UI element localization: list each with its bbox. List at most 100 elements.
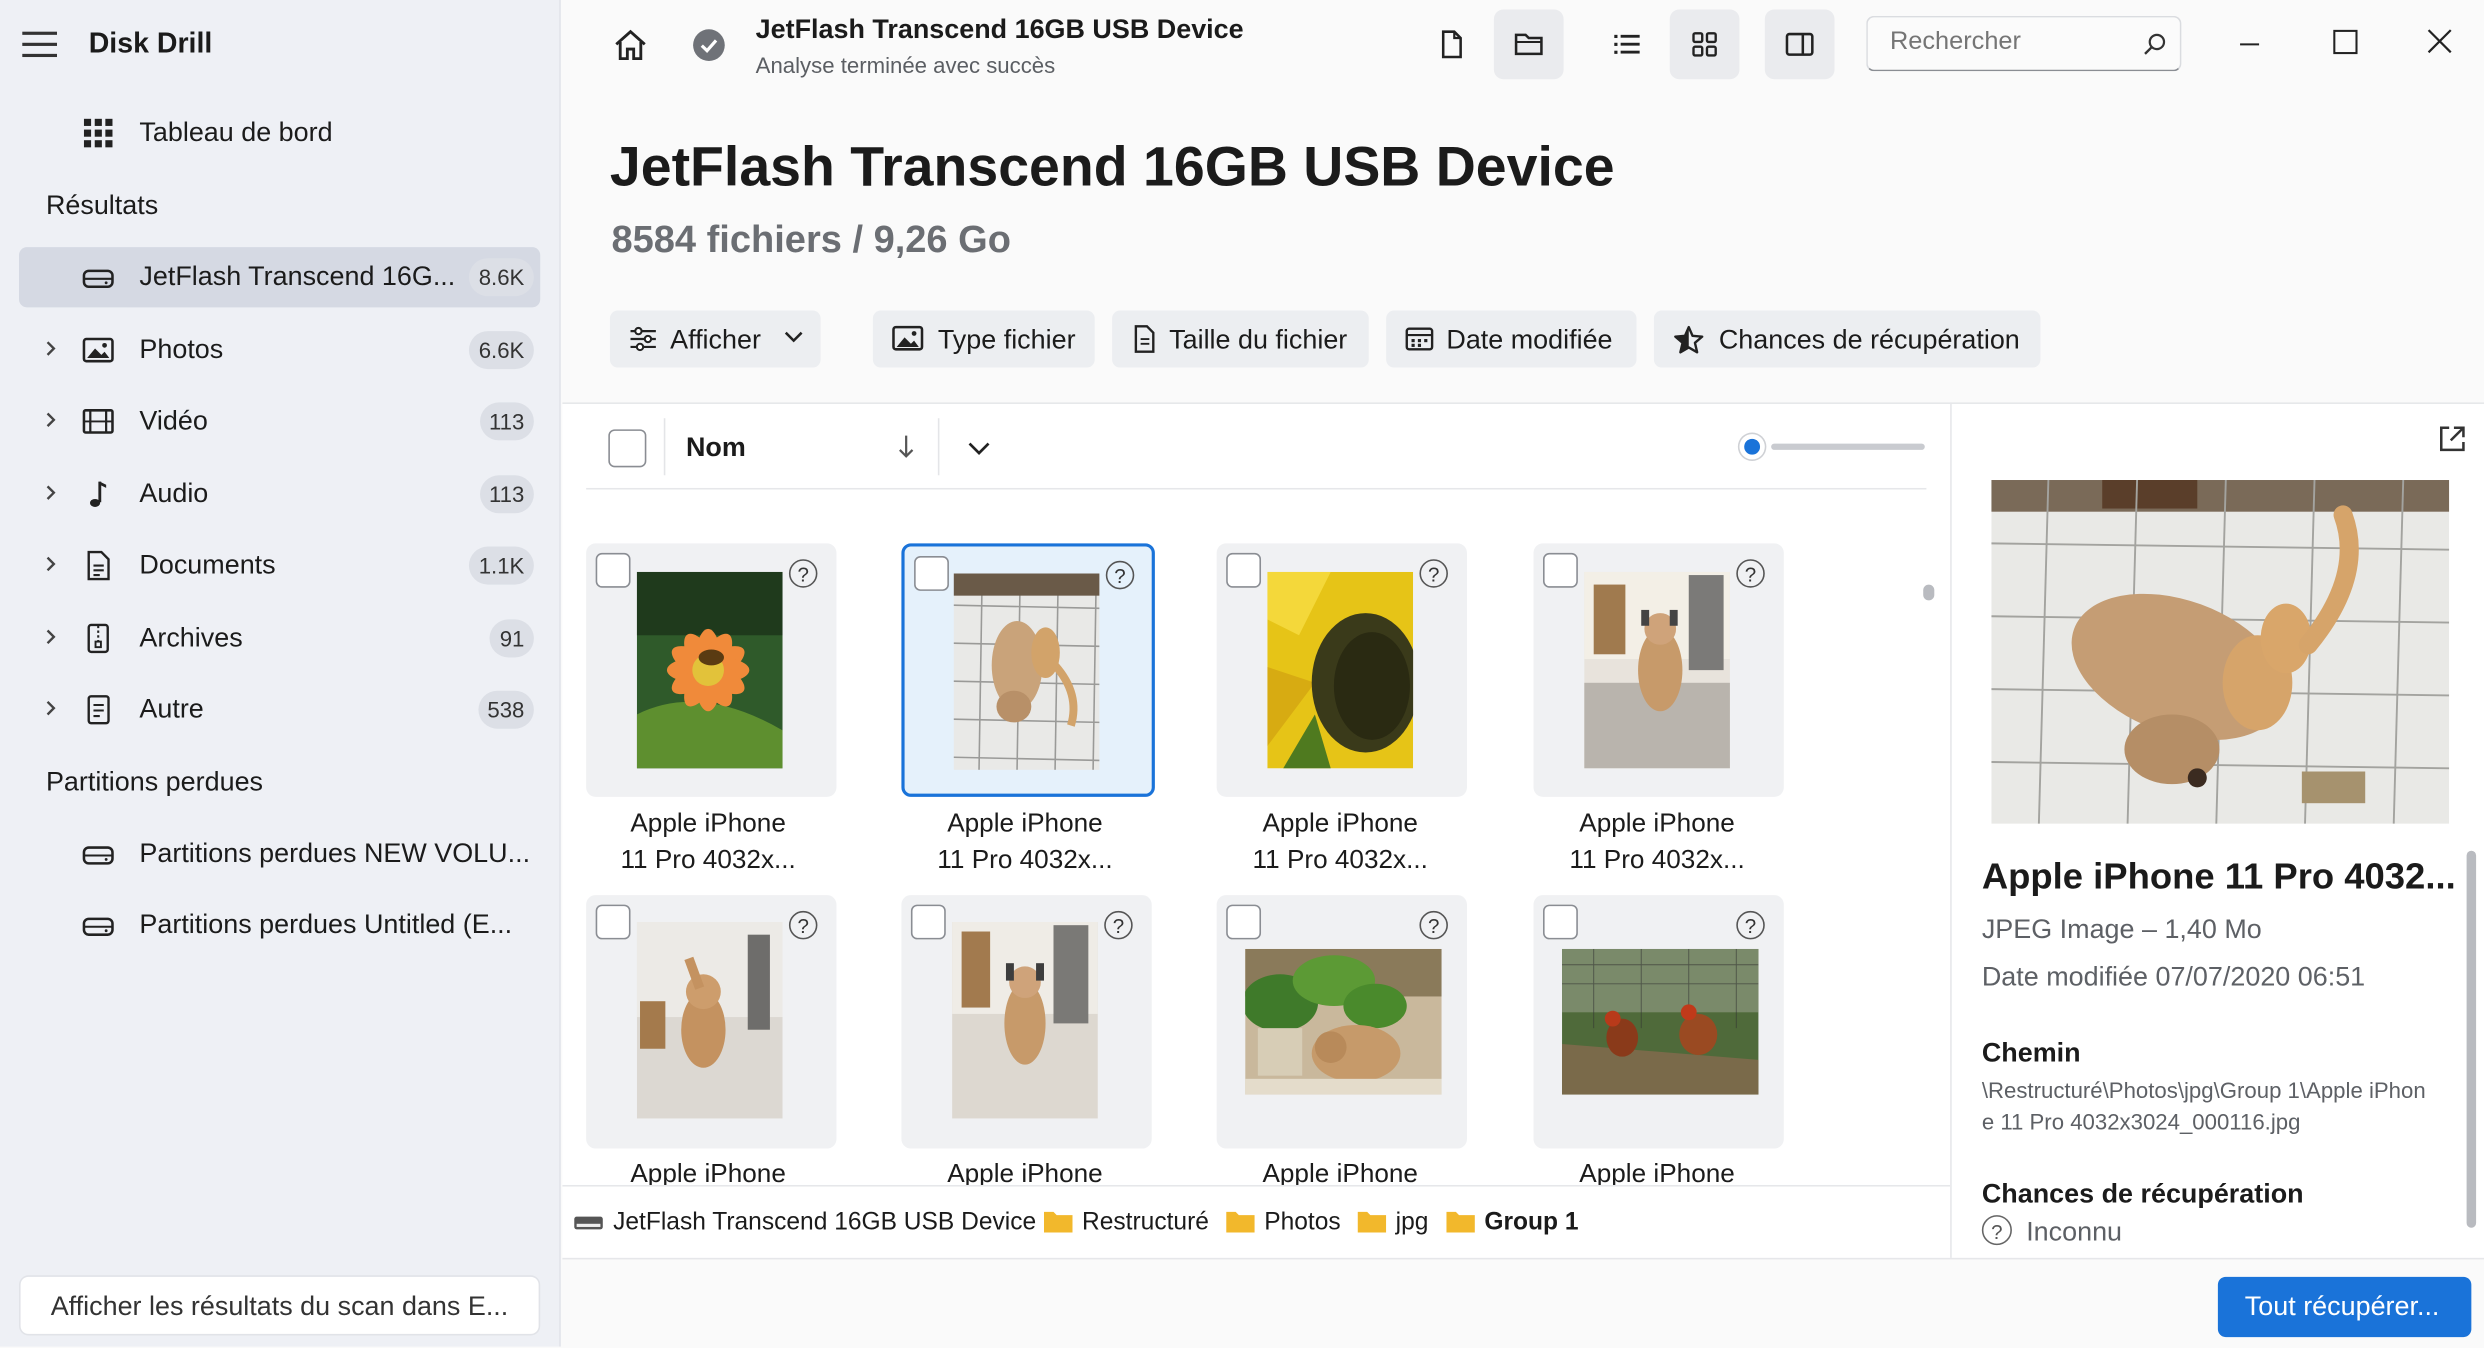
help-question-icon[interactable]: ?	[1736, 559, 1765, 588]
help-question-icon[interactable]: ?	[788, 559, 818, 588]
sidebar-item-lost-partition[interactable]: Partitions perdues Untitled (E...	[19, 895, 540, 955]
sidebar-item-dashboard[interactable]: Tableau de bord	[19, 103, 540, 163]
file-card-selected[interactable]: ?	[901, 543, 1155, 797]
sidebar-item-documents[interactable]: Documents 1.1K	[19, 535, 540, 595]
sidebar-item-label: Archives	[139, 622, 243, 653]
help-question-icon[interactable]: ?	[1419, 910, 1448, 940]
hamburger-menu-icon[interactable]	[22, 30, 58, 59]
show-filter-label: Afficher	[670, 324, 761, 355]
file-checkbox[interactable]	[914, 556, 949, 591]
sidebar-item-other[interactable]: Autre 538	[19, 680, 540, 740]
date-modified-filter[interactable]: Date modifiée	[1386, 310, 1637, 368]
chevron-right-icon[interactable]	[41, 483, 60, 502]
close-button[interactable]	[2421, 22, 2459, 60]
file-checkbox[interactable]	[595, 904, 631, 940]
music-note-icon	[82, 478, 114, 510]
recover-all-button[interactable]: Tout récupérer...	[2217, 1276, 2472, 1338]
search-field[interactable]	[1866, 15, 2182, 72]
file-name-caption: Apple iPhone 11 Pro 4032x...	[1252, 809, 1428, 875]
help-question-icon[interactable]: ?	[1736, 910, 1765, 940]
file-type-filter[interactable]: Type fichier	[872, 310, 1095, 368]
file-card[interactable]: ?	[1216, 895, 1467, 1149]
grid-dots-icon	[82, 117, 114, 149]
file-type-label: Type fichier	[937, 324, 1076, 355]
file-checkbox[interactable]	[1543, 552, 1578, 588]
maximize-button[interactable]	[2326, 22, 2364, 60]
sidebar-item-audio[interactable]: Audio 113	[19, 464, 540, 524]
file-checkbox[interactable]	[1226, 904, 1262, 940]
sidebar-item-label: Tableau de bord	[139, 117, 333, 148]
minimize-button[interactable]	[2231, 22, 2269, 60]
file-card[interactable]: ?	[901, 895, 1152, 1149]
select-all-checkbox[interactable]	[608, 429, 647, 468]
sidebar-item-label: Autre	[139, 693, 204, 724]
grid-scrollbar-thumb[interactable]	[1923, 584, 1935, 601]
photo-thumbnail-dog-standing	[1584, 571, 1730, 769]
file-card[interactable]: ?	[586, 895, 837, 1149]
search-input[interactable]	[1886, 26, 2131, 59]
file-view-button[interactable]	[1416, 10, 1486, 80]
chevron-right-icon[interactable]	[41, 410, 60, 429]
image-icon	[892, 325, 924, 351]
breadcrumb-jpg[interactable]: jpg	[1396, 1209, 1429, 1238]
search-icon[interactable]	[2142, 32, 2167, 57]
side-panel-icon	[1785, 32, 1814, 56]
help-question-icon[interactable]: ?	[1419, 559, 1448, 588]
chevron-right-icon[interactable]	[41, 627, 60, 646]
show-in-explorer-button[interactable]: Afficher les résultats du scan dans E...	[20, 1276, 539, 1334]
help-question-icon[interactable]: ?	[1105, 560, 1135, 590]
chevron-right-icon[interactable]	[41, 554, 60, 573]
chevron-down-icon[interactable]	[966, 440, 991, 459]
app-title: Disk Drill	[88, 26, 213, 59]
drive-icon	[82, 838, 114, 870]
sidebar-item-device[interactable]: JetFlash Transcend 16G... 8.6K	[19, 247, 541, 308]
preview-date-modified: Date modifiée 07/07/2020 06:51	[1981, 961, 2366, 992]
photo-thumbnail-chickens	[1562, 948, 1759, 1095]
preview-scrollbar-thumb[interactable]	[2466, 850, 2477, 1228]
grid-header-divider	[586, 487, 1927, 490]
recovery-chances-filter[interactable]: Chances de récupération	[1653, 310, 2041, 368]
item-count-badge: 6.6K	[469, 331, 534, 370]
sidebar-item-lost-partition[interactable]: Partitions perdues NEW VOLU...	[19, 824, 540, 884]
file-checkbox[interactable]	[1543, 904, 1578, 940]
folder-icon	[1357, 1211, 1387, 1233]
bottom-bar	[562, 1257, 2484, 1348]
slider-thumb[interactable]	[1739, 434, 1765, 460]
chevron-right-icon[interactable]	[41, 339, 60, 358]
grid-icon	[1692, 32, 1717, 57]
folder-view-button[interactable]	[1493, 9, 1564, 80]
open-external-icon[interactable]	[2436, 423, 2468, 455]
thumbnail-size-slider[interactable]	[1739, 434, 1926, 460]
breadcrumb-device[interactable]: JetFlash Transcend 16GB USB Device	[613, 1209, 1036, 1238]
file-checkbox[interactable]	[1226, 552, 1262, 588]
file-card[interactable]: ?	[586, 543, 837, 797]
file-card[interactable]: ?	[1533, 543, 1784, 797]
column-separator	[663, 418, 666, 476]
sidebar-item-photos[interactable]: Photos 6.6K	[19, 320, 540, 380]
chevron-right-icon[interactable]	[41, 699, 60, 718]
file-checkbox[interactable]	[595, 552, 631, 588]
help-question-icon[interactable]: ?	[788, 910, 818, 940]
scan-status: Analyse terminée avec succès	[755, 52, 1056, 78]
photo-thumbnail-flower	[636, 571, 783, 769]
sidebar-item-video[interactable]: Vidéo 113	[19, 391, 540, 451]
home-icon[interactable]	[612, 27, 650, 65]
file-checkbox[interactable]	[910, 904, 946, 940]
file-name-caption: Apple iPhone 11 Pro 4032x...	[1569, 809, 1745, 875]
grid-view-button[interactable]	[1669, 9, 1740, 80]
file-size-filter[interactable]: Taille du fichier	[1112, 310, 1369, 368]
list-view-button[interactable]	[1592, 10, 1662, 80]
sidebar-item-archives[interactable]: Archives 91	[19, 608, 540, 668]
breadcrumb-group[interactable]: Group 1	[1484, 1209, 1578, 1238]
preview-panel-toggle-button[interactable]	[1764, 9, 1835, 80]
file-card[interactable]: ?	[1533, 895, 1784, 1149]
breadcrumb-photos[interactable]: Photos	[1264, 1209, 1340, 1238]
show-filter-dropdown[interactable]: Afficher	[609, 310, 821, 368]
help-question-icon[interactable]: ?	[1104, 910, 1133, 940]
document-icon	[1134, 325, 1155, 353]
sort-down-arrow-icon[interactable]	[895, 432, 917, 461]
breadcrumb-restructured[interactable]: Restructuré	[1082, 1209, 1209, 1238]
sort-by-name-header[interactable]: Nom	[686, 432, 746, 464]
file-card[interactable]: ?	[1216, 543, 1467, 797]
file-icon	[82, 694, 114, 726]
